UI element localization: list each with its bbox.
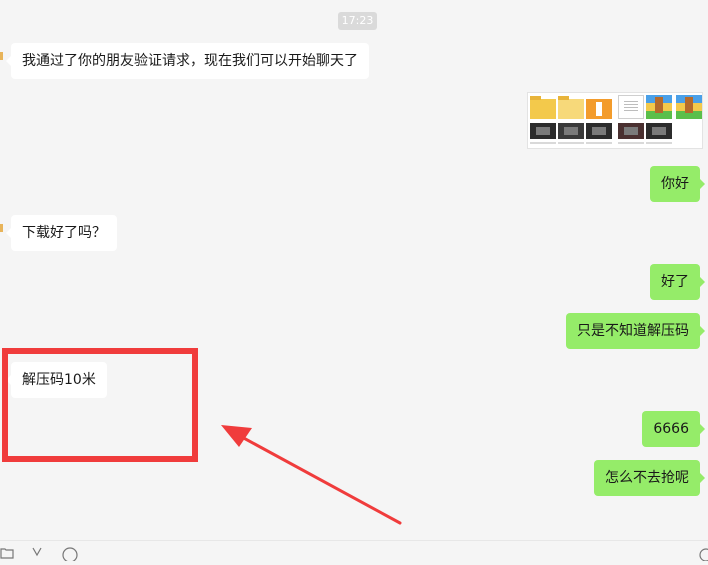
chat-message-area[interactable]: 17:23 我通过了你的朋友验证请求，现在我们可以开始聊天了 你好 下载好了吗？… <box>0 0 708 540</box>
thumbnail-caption <box>586 142 612 144</box>
thumbnail-caption <box>618 142 644 144</box>
folder-icon[interactable] <box>0 547 14 563</box>
message-outgoing[interactable]: 你好 <box>650 166 705 202</box>
folder-thumbnail <box>558 96 584 119</box>
contact-avatar[interactable] <box>0 224 3 232</box>
message-incoming[interactable]: 我通过了你的朋友验证请求，现在我们可以开始聊天了 <box>6 43 369 79</box>
file-thumbnail <box>586 99 612 119</box>
thumbnail-caption <box>646 142 672 144</box>
folder-thumbnail <box>530 96 556 119</box>
file-preview-card[interactable] <box>527 92 703 149</box>
archive-thumbnail <box>646 95 672 119</box>
message-outgoing[interactable]: 好了 <box>650 264 705 300</box>
message-outgoing[interactable]: 只是不知道解压码 <box>566 313 705 349</box>
message-outgoing[interactable]: 怎么不去抢呢 <box>594 460 705 496</box>
archive-thumbnail <box>676 95 702 119</box>
image-thumbnail <box>558 123 584 139</box>
message-outgoing[interactable]: 6666 <box>642 411 705 447</box>
chat-toolbar <box>0 540 708 563</box>
image-thumbnail <box>586 123 612 139</box>
message-incoming[interactable]: 下载好了吗？ <box>6 215 117 251</box>
emoji-icon[interactable] <box>62 547 78 563</box>
scissors-icon[interactable] <box>31 547 43 563</box>
timestamp: 17:23 <box>338 12 377 30</box>
settings-icon[interactable] <box>698 547 708 563</box>
annotation-highlight-box <box>2 348 198 462</box>
thumbnail-caption <box>558 142 584 144</box>
contact-avatar[interactable] <box>0 52 3 60</box>
thumbnail-caption <box>530 142 556 144</box>
image-thumbnail <box>618 123 644 139</box>
image-thumbnail <box>646 123 672 139</box>
document-thumbnail <box>618 95 644 119</box>
image-thumbnail <box>530 123 556 139</box>
